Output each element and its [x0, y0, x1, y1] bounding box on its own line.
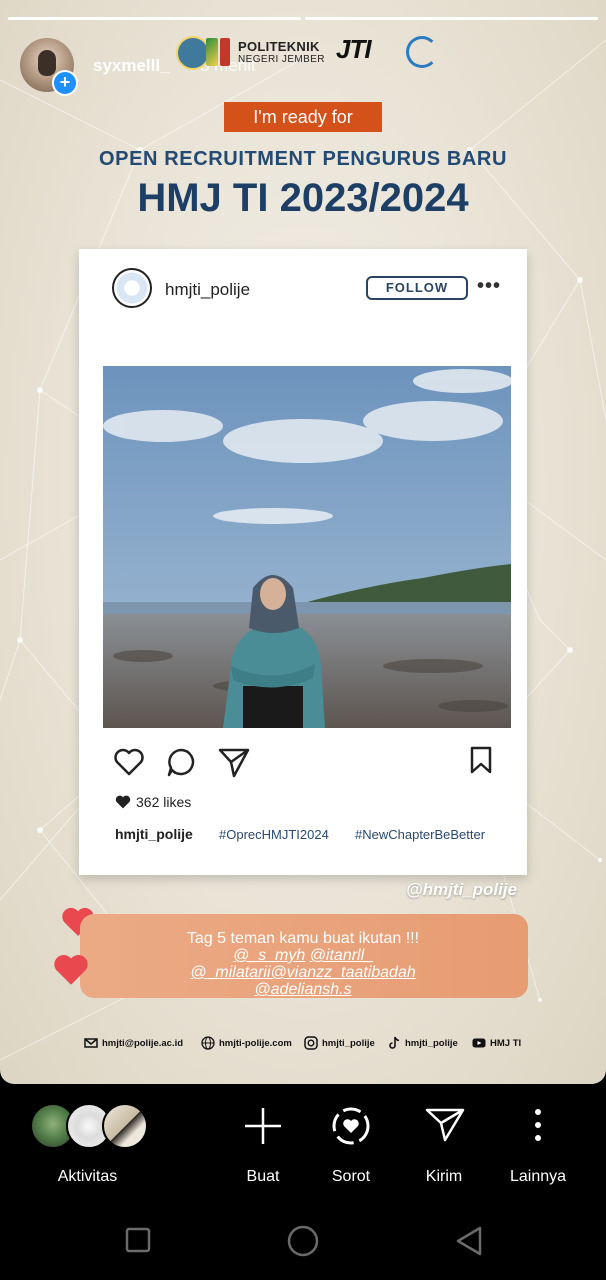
bookmark-icon	[470, 746, 492, 774]
activity-viewers[interactable]	[30, 1103, 150, 1149]
create-plus-icon[interactable]	[243, 1106, 283, 1146]
highlight-label[interactable]: Sorot	[311, 1168, 391, 1186]
create-label[interactable]: Buat	[223, 1168, 303, 1186]
caption-username: hmjti_polije	[115, 826, 193, 842]
story-progress-segment-2	[305, 17, 598, 20]
polije-emblem-icon	[176, 36, 210, 70]
android-navigation-bar	[0, 1210, 606, 1270]
contact-web: hmjti-polije.com	[201, 1036, 292, 1050]
headline-title: HMJ TI 2023/2024	[137, 176, 469, 220]
instagram-icon	[304, 1036, 318, 1050]
likes-count: 362 likes	[114, 794, 191, 810]
post-actions	[79, 743, 527, 783]
activity-label[interactable]: Aktivitas	[40, 1168, 135, 1186]
tag-call-to-action: Tag 5 teman kamu buat ikutan !!!	[186, 930, 420, 947]
email-icon	[84, 1038, 98, 1048]
more-dots-icon: •••	[477, 275, 502, 297]
globe-icon	[201, 1036, 215, 1050]
contact-email: hmjti@polije.ac.id	[84, 1036, 183, 1050]
headline-subtitle: OPEN RECRUITMENT PENGURUS BARU	[98, 148, 508, 170]
logo-line1: POLITEKNIK	[238, 39, 320, 54]
add-story-plus-icon[interactable]: +	[52, 70, 78, 96]
story-viewer[interactable]: + syxmelll_ 3 menit POLITEKNIK NEGERI JE…	[0, 0, 606, 1084]
follow-button: FOLLOW	[366, 276, 468, 300]
tag-friends-text: Tag 5 teman kamu buat ikutan !!! @_s_myh…	[0, 930, 606, 998]
send-label[interactable]: Kirim	[404, 1168, 484, 1186]
instagram-post-frame: hmjti_polije FOLLOW ••• 362 likes hmjti_…	[79, 249, 527, 875]
hashtag-1: #OprecHMJTI2024	[219, 827, 329, 842]
tiktok-icon	[389, 1036, 400, 1049]
filled-heart-icon	[115, 795, 131, 809]
comment-icon	[167, 748, 195, 777]
mention-link[interactable]: @_s_myh	[233, 947, 305, 964]
more-label[interactable]: Lainnya	[498, 1168, 578, 1186]
organization-logos: POLITEKNIK NEGERI JEMBER JTI	[176, 34, 438, 74]
contact-tiktok: hmjti_polije	[387, 1036, 458, 1050]
recent-apps-square-icon[interactable]	[125, 1227, 151, 1253]
highlight-heart-icon[interactable]	[330, 1105, 372, 1147]
post-photo	[103, 366, 511, 728]
mention-link[interactable]: @itanrll_	[310, 947, 373, 964]
contact-instagram: hmjti_polije	[304, 1036, 375, 1050]
likes-text: 362 likes	[136, 794, 192, 810]
jti-logo-text: JTI	[336, 34, 372, 64]
logo-line2: NEGERI JEMBER	[238, 54, 325, 65]
post-username: hmjti_polije	[165, 280, 251, 299]
hmj-logo-icon	[406, 36, 438, 68]
share-paper-plane-icon	[218, 748, 250, 778]
like-heart-icon	[114, 748, 144, 776]
hashtag-2: #NewChapterBeBetter	[355, 827, 486, 842]
send-paper-plane-icon[interactable]	[425, 1106, 465, 1144]
story-progress-segment-1	[8, 17, 301, 20]
post-avatar	[112, 268, 152, 308]
mention-link[interactable]: @_milatarii	[190, 964, 270, 981]
contact-youtube: HMJ TI	[472, 1036, 521, 1050]
ready-badge: I'm ready for	[224, 102, 382, 132]
more-vertical-dots-icon[interactable]	[530, 1108, 546, 1142]
story-username[interactable]: syxmelll_	[93, 56, 170, 76]
back-triangle-icon[interactable]	[454, 1225, 484, 1257]
youtube-icon	[472, 1038, 486, 1048]
mention-link[interactable]: @adeliansh.s	[254, 981, 351, 998]
home-circle-icon[interactable]	[286, 1224, 320, 1258]
mention-sticker[interactable]: @hmjti_polije	[406, 880, 517, 900]
mention-link[interactable]: @vianzz_taatibadah	[271, 964, 416, 981]
viewer-avatar	[102, 1103, 148, 1149]
